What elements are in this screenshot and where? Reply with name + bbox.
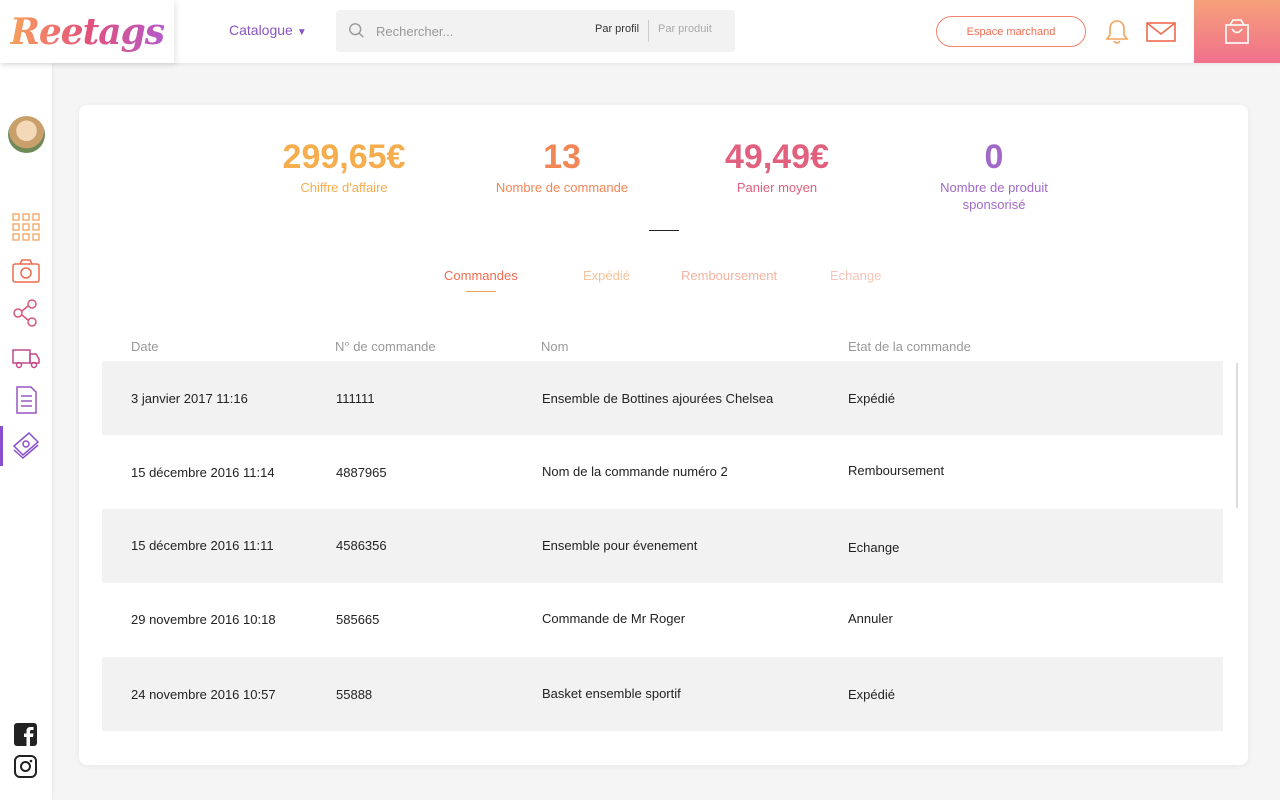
table-row[interactable]: 3 janvier 2017 11:16 111111 Ensemble de … <box>102 361 1223 435</box>
cell-status: Expédié <box>848 391 895 406</box>
tab-commandes[interactable]: Commandes <box>444 268 518 283</box>
stat-label: Chiffre d'affaire <box>300 180 388 195</box>
cell-name: Basket ensemble sportif <box>542 686 681 701</box>
search-icon <box>349 23 364 38</box>
cell-status: Remboursement <box>848 463 945 478</box>
column-header-number[interactable]: N° de commande <box>335 339 436 354</box>
table-row[interactable]: 29 novembre 2016 10:18 585665 Commande d… <box>102 583 1223 657</box>
table-row[interactable]: 15 décembre 2016 11:14 4887965 Nom de la… <box>102 435 1223 509</box>
cell-number: 585665 <box>336 612 380 627</box>
tab-echange[interactable]: Echange <box>830 268 881 283</box>
column-header-name[interactable]: Nom <box>541 339 568 354</box>
stat-sponsored: 0 Nombre de produit sponsorisé <box>884 137 1104 213</box>
column-header-status[interactable]: Etat de la commande <box>848 339 971 354</box>
table-row[interactable]: 24 novembre 2016 10:57 55888 Basket ense… <box>102 657 1223 731</box>
section-divider <box>649 230 679 231</box>
top-bar: Reetags Catalogue▼ Par profil Par produi… <box>0 0 1280 63</box>
cell-name: Ensemble pour évenement <box>542 538 698 553</box>
stat-value: 13 <box>543 138 581 176</box>
cell-date: 15 décembre 2016 11:14 <box>131 465 275 480</box>
bell-icon[interactable] <box>1104 18 1130 46</box>
stat-label: Panier moyen <box>736 180 818 195</box>
camera-icon[interactable] <box>11 256 41 286</box>
table-scrollbar[interactable] <box>1236 363 1238 508</box>
cell-date: 3 janvier 2017 11:16 <box>131 391 248 406</box>
cell-status: Expédié <box>848 687 895 702</box>
document-list-icon[interactable] <box>11 385 41 415</box>
stat-value: 299,65€ <box>282 138 406 176</box>
cell-number: 111111 <box>336 391 375 406</box>
espace-marchand-button[interactable]: Espace marchand <box>936 16 1086 47</box>
tab-expedie[interactable]: Expédié <box>583 268 630 283</box>
cell-number: 4887965 <box>336 465 387 480</box>
cell-number: 55888 <box>336 687 373 702</box>
column-header-date[interactable]: Date <box>131 339 158 354</box>
stat-value: 49,49€ <box>725 138 829 176</box>
search-bar: Par profil Par produit <box>336 10 735 52</box>
share-icon[interactable] <box>11 298 41 328</box>
nav-active-indicator <box>0 426 3 466</box>
cart-button[interactable] <box>1194 0 1280 63</box>
logo-text: Reetags <box>9 10 165 53</box>
truck-icon[interactable] <box>11 342 41 372</box>
tab-remboursement[interactable]: Remboursement <box>681 268 777 283</box>
facebook-icon[interactable] <box>13 722 38 747</box>
shopping-bag-icon <box>1225 18 1249 44</box>
cell-status: Annuler <box>848 611 893 626</box>
cell-name: Ensemble de Bottines ajourées Chelsea <box>542 391 774 406</box>
search-option-product[interactable]: Par produit <box>658 23 712 35</box>
cell-name: Nom de la commande numéro 2 <box>542 464 728 479</box>
avatar[interactable] <box>8 116 45 153</box>
cell-date: 24 novembre 2016 10:57 <box>131 687 276 702</box>
instagram-icon[interactable] <box>13 754 38 779</box>
grid-icon[interactable] <box>11 212 41 242</box>
stat-label: Nombre de produit sponsorisé <box>940 180 1048 212</box>
sidebar <box>0 63 52 800</box>
cell-date: 15 décembre 2016 11:11 <box>131 538 274 553</box>
dashboard-card: 299,65€ Chiffre d'affaire 13 Nombre de c… <box>79 105 1248 765</box>
search-input[interactable] <box>376 21 576 41</box>
search-option-profile[interactable]: Par profil <box>595 23 639 35</box>
stat-orders: 13 Nombre de commande <box>452 137 672 196</box>
tab-active-underline <box>466 291 496 292</box>
stat-value: 0 <box>984 138 1004 176</box>
stat-revenue: 299,65€ Chiffre d'affaire <box>234 137 454 196</box>
mail-icon[interactable] <box>1146 22 1176 42</box>
cell-date: 29 novembre 2016 10:18 <box>131 612 276 627</box>
cell-number: 4586356 <box>336 538 387 553</box>
money-icon[interactable] <box>11 430 41 460</box>
table-row[interactable]: 15 décembre 2016 11:11 4586356 Ensemble … <box>102 509 1223 583</box>
logo[interactable]: Reetags <box>0 0 174 63</box>
stat-label: Nombre de commande <box>495 180 629 195</box>
search-option-divider <box>648 20 649 42</box>
catalogue-menu[interactable]: Catalogue ▼ <box>229 22 307 38</box>
cell-name: Commande de Mr Roger <box>542 611 686 626</box>
cell-status: Echange <box>848 540 900 555</box>
caret-down-icon: ▼ <box>296 27 307 38</box>
stat-average-basket: 49,49€ Panier moyen <box>667 137 887 196</box>
catalogue-label: Catalogue <box>229 22 293 38</box>
